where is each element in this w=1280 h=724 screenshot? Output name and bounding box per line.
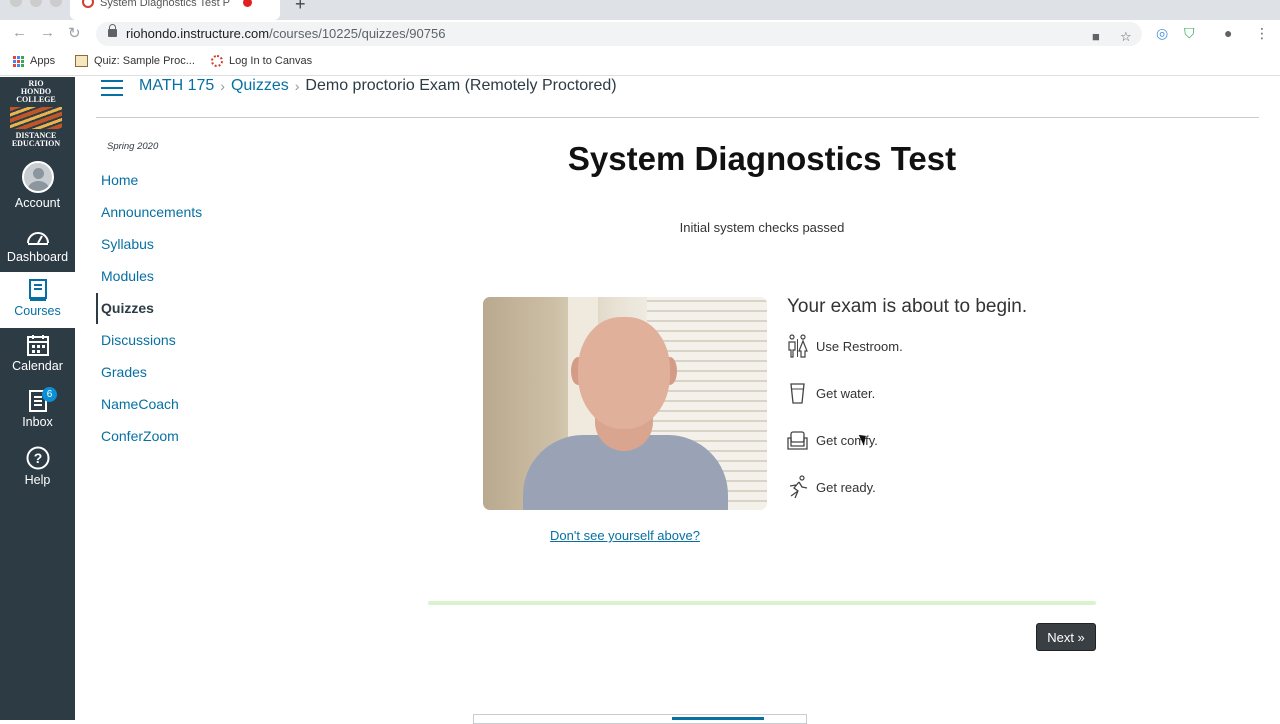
step-restroom: Use Restroom.: [787, 333, 903, 359]
course-nav-modules[interactable]: Modules: [101, 268, 154, 284]
global-nav-courses[interactable]: Courses: [0, 272, 75, 328]
course-menu-toggle-icon[interactable]: [101, 80, 123, 96]
armchair-icon: [787, 431, 808, 450]
breadcrumb: MATH 175 › Quizzes › Demo proctorio Exam…: [139, 77, 617, 95]
global-nav-label: Inbox: [22, 415, 53, 429]
apps-grid-icon: [13, 55, 24, 67]
step-label: Use Restroom.: [816, 338, 903, 354]
breadcrumb-separator: ›: [294, 78, 300, 94]
dont-see-yourself-link[interactable]: Don't see yourself above?: [483, 528, 767, 543]
webcam-preview: [483, 297, 767, 510]
global-navigation: RIO HONDO COLLEGE DISTANCE EDUCATION Acc…: [0, 77, 75, 720]
page-title: System Diagnostics Test: [567, 140, 957, 177]
breadcrumb-current: Demo proctorio Exam (Remotely Proctored): [305, 77, 617, 94]
breadcrumb-quizzes-link[interactable]: Quizzes: [231, 77, 289, 95]
breadcrumb-course-link[interactable]: MATH 175: [139, 77, 214, 95]
profile-icon[interactable]: ●: [1224, 25, 1232, 41]
rio-hondo-logo[interactable]: RIO HONDO COLLEGE DISTANCE EDUCATION: [6, 80, 66, 152]
course-nav-syllabus[interactable]: Syllabus: [101, 236, 154, 252]
course-nav-active-indicator: [96, 293, 98, 324]
browser-tab-strip: System Diagnostics Test P × +: [0, 0, 1280, 20]
account-avatar-icon: [21, 161, 54, 193]
global-nav-account[interactable]: Account: [0, 161, 75, 210]
shield-extension-icon[interactable]: ⛉: [1184, 25, 1195, 42]
recording-indicator-icon: [243, 0, 252, 7]
step-label: Get ready.: [816, 479, 876, 495]
image-icon: [75, 55, 88, 67]
bookmarks-bar: Apps Quiz: Sample Proc... Log In to Canv…: [0, 48, 1280, 76]
restroom-icon: [788, 334, 808, 358]
global-nav-label: Account: [14, 196, 61, 210]
course-nav-home[interactable]: Home: [101, 172, 138, 188]
help-icon: ?: [26, 446, 49, 470]
global-nav-label: Dashboard: [6, 250, 69, 264]
browser-tab[interactable]: System Diagnostics Test P ×: [70, 0, 280, 20]
webcam-person-head: [578, 317, 670, 429]
global-nav-label: Calendar: [12, 359, 63, 373]
canvas-favicon-icon: [82, 0, 94, 8]
course-nav-conferzoom[interactable]: ConferZoom: [101, 428, 179, 444]
global-nav-label: Courses: [14, 304, 61, 318]
bookmark-log-in-canvas[interactable]: Log In to Canvas: [211, 55, 312, 67]
step-label: Get comfy.: [816, 432, 878, 448]
logo-line: COLLEGE: [16, 95, 56, 104]
browser-toolbar: ← → ↻ riohondo.instructure.com/courses/1…: [0, 20, 1280, 48]
window-zoom-dot[interactable]: [50, 0, 62, 7]
step-water: Get water.: [787, 380, 875, 406]
inbox-unread-badge: 6: [42, 387, 57, 402]
courses-icon: [28, 279, 47, 301]
bookmark-label: Apps: [30, 55, 56, 67]
calendar-icon: [26, 335, 49, 356]
camera-icon[interactable]: ■: [1092, 25, 1100, 49]
step-label: Get water.: [816, 385, 876, 401]
step-ready: Get ready.: [787, 474, 876, 500]
canvas-icon: [211, 55, 223, 67]
global-nav-calendar[interactable]: Calendar: [0, 334, 75, 373]
bookmark-quiz-sample[interactable]: Quiz: Sample Proc...: [75, 55, 195, 67]
proctorio-panel: [473, 714, 807, 724]
window-close-dot[interactable]: [10, 0, 22, 7]
tab-title: System Diagnostics Test P: [100, 0, 231, 9]
course-nav-quizzes[interactable]: Quizzes: [101, 300, 154, 316]
runner-icon: [789, 475, 808, 499]
course-nav-announcements[interactable]: Announcements: [101, 204, 202, 220]
logo-line: EDUCATION: [11, 139, 61, 148]
breadcrumb-separator: ›: [220, 78, 225, 94]
bookmark-apps[interactable]: Apps: [13, 55, 55, 67]
course-nav-namecoach[interactable]: NameCoach: [101, 396, 179, 412]
bookmark-label: Log In to Canvas: [229, 55, 313, 67]
reload-icon[interactable]: ↻: [68, 24, 81, 42]
logo-stripes: [10, 107, 62, 129]
course-term: Spring 2020: [107, 141, 159, 152]
forward-arrow-icon[interactable]: →: [40, 24, 55, 41]
menu-kebab-icon[interactable]: ⋮: [1255, 25, 1269, 42]
global-nav-inbox[interactable]: 6 Inbox: [0, 387, 75, 429]
bookmark-star-icon[interactable]: ☆: [1120, 25, 1132, 49]
extension-icon[interactable]: ◎: [1156, 25, 1168, 42]
course-nav-discussions[interactable]: Discussions: [101, 332, 176, 348]
window-minimize-dot[interactable]: [30, 0, 42, 7]
bookmark-label: Quiz: Sample Proc...: [94, 55, 195, 67]
global-nav-dashboard[interactable]: Dashboard: [0, 227, 75, 264]
back-arrow-icon[interactable]: ←: [12, 24, 27, 41]
new-tab-button[interactable]: +: [295, 0, 306, 15]
dashboard-icon: [26, 232, 49, 245]
address-bar[interactable]: riohondo.instructure.com/courses/10225/q…: [96, 22, 1142, 46]
url-host: riohondo.instructure.com: [126, 26, 270, 41]
lock-icon: [108, 24, 117, 37]
diagnostic-progress-bar: [428, 601, 1096, 605]
global-nav-label: Help: [24, 473, 51, 487]
svg-text:?: ?: [33, 450, 42, 466]
next-button[interactable]: Next »: [1036, 623, 1096, 651]
url-path: /courses/10225/quizzes/90756: [269, 26, 446, 41]
breadcrumb-divider: [96, 117, 1259, 118]
course-nav-grades[interactable]: Grades: [101, 364, 147, 380]
global-nav-help[interactable]: ? Help: [0, 446, 75, 487]
exam-begin-heading: Your exam is about to begin.: [787, 296, 1028, 317]
water-glass-icon: [790, 383, 805, 404]
system-check-status: Initial system checks passed: [679, 220, 845, 235]
